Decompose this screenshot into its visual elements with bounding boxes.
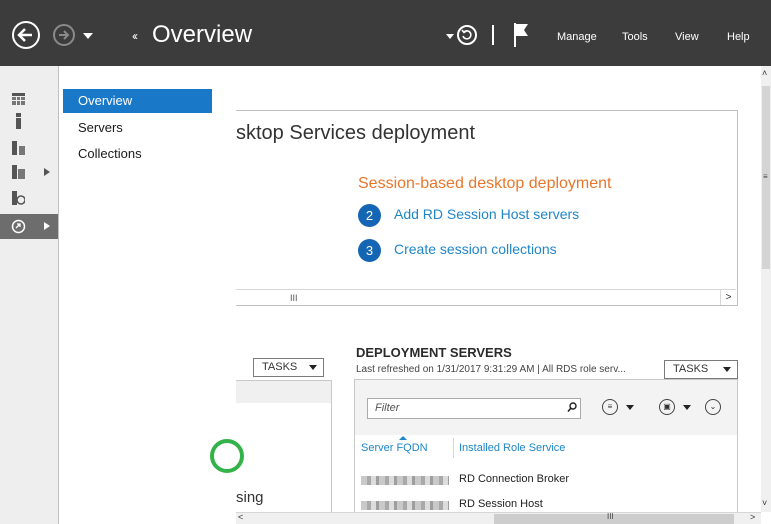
chevron-down-icon	[723, 367, 731, 372]
local-server-icon[interactable]	[12, 113, 25, 129]
menu-tools[interactable]: Tools	[622, 31, 648, 43]
status-ring-icon	[210, 439, 244, 473]
scroll-down-button[interactable]: ˅	[762, 498, 767, 508]
search-icon[interactable]	[567, 402, 577, 412]
column-header-installed-role[interactable]: Installed Role Service	[459, 442, 565, 454]
horizontal-scroll-thumb[interactable]	[494, 514, 734, 524]
deployment-servers-meta: Last refreshed on 1/31/2017 9:31:29 AM |…	[356, 364, 626, 375]
notifications-flag-icon[interactable]	[514, 23, 528, 47]
title-bar: ‹‹ Overview Manage Tools View Help	[0, 0, 771, 66]
rds-nav-list: Overview Servers Collections	[59, 66, 217, 524]
scroll-up-button[interactable]: ˄	[762, 68, 767, 78]
chevron-down-icon[interactable]	[683, 405, 691, 410]
menu-help[interactable]: Help	[727, 31, 750, 43]
remote-desktop-icon	[11, 219, 26, 234]
refresh-dropdown[interactable]	[446, 34, 454, 39]
tasks-label: TASKS	[262, 361, 298, 373]
save-query-button[interactable]: ▣	[659, 399, 675, 415]
forward-button[interactable]	[53, 24, 75, 46]
arrow-right-icon	[59, 30, 70, 40]
history-dropdown[interactable]	[83, 33, 93, 39]
step-link[interactable]: Create session collections	[394, 241, 557, 257]
scroll-left-button[interactable]: <	[238, 512, 243, 522]
dashboard-icon[interactable]	[12, 93, 25, 105]
page-title: Overview	[152, 21, 253, 48]
deployment-servers-title: DEPLOYMENT SERVERS	[356, 345, 512, 360]
role-cell: RD Connection Broker	[459, 473, 570, 485]
step-link[interactable]: Add RD Session Host servers	[394, 206, 579, 222]
back-button[interactable]	[12, 21, 40, 49]
step-number-badge: 2	[358, 204, 381, 227]
step-add-rd-session-host[interactable]: 2 Add RD Session Host servers	[358, 204, 737, 228]
role-cell: RD Session Host	[459, 498, 543, 510]
sort-ascending-icon	[399, 436, 407, 440]
deployment-overview-title: sktop Services deployment	[236, 122, 476, 144]
query-list-button[interactable]: ≡	[602, 399, 618, 415]
expand-arrow-icon[interactable]	[44, 168, 50, 176]
refresh-button[interactable]	[457, 25, 477, 45]
deployment-servers-panel: Filter ≡ ▣ ⌄ Server FQDN Installed Role …	[354, 379, 738, 514]
bottom-horizontal-scrollbar[interactable]: < III >	[236, 512, 761, 524]
scroll-grip[interactable]: III	[607, 512, 614, 521]
iis-icon[interactable]	[12, 191, 25, 205]
redacted-server-name	[361, 476, 449, 485]
column-divider	[453, 438, 454, 458]
step-number-badge: 3	[358, 239, 381, 262]
nav-item-collections[interactable]: Collections	[63, 142, 212, 166]
deployment-type-heading: Session-based desktop deployment	[358, 175, 612, 192]
chevron-down-icon	[309, 365, 317, 370]
redacted-server-name	[361, 501, 449, 510]
chevron-down-icon[interactable]	[626, 405, 634, 410]
scroll-right-button[interactable]: >	[720, 290, 736, 305]
tasks-label: TASKS	[673, 363, 709, 375]
column-header-server-fqdn[interactable]: Server FQDN	[361, 442, 428, 454]
refresh-icon	[461, 29, 472, 40]
menu-manage[interactable]: Manage	[557, 31, 597, 43]
file-storage-icon[interactable]	[12, 165, 25, 179]
scroll-grip[interactable]: III	[290, 293, 298, 303]
step-create-session-collections[interactable]: 3 Create session collections	[358, 239, 737, 263]
scroll-grip[interactable]: ≡	[763, 172, 768, 181]
arrow-left-icon	[17, 28, 32, 42]
tasks-button[interactable]: TASKS	[253, 358, 324, 377]
horizontal-scrollbar[interactable]: III >	[236, 289, 736, 305]
filter-toolbar: Filter ≡ ▣ ⌄	[355, 380, 737, 435]
all-servers-icon[interactable]	[12, 141, 25, 155]
filter-placeholder: Filter	[375, 402, 400, 414]
expand-arrow-icon[interactable]	[44, 222, 50, 230]
deployment-overview-panel: sktop Services deployment Session-based …	[236, 110, 738, 306]
expand-button[interactable]: ⌄	[705, 399, 721, 415]
tile-header	[236, 381, 331, 403]
tile-partial-text: sing	[236, 489, 264, 506]
toolbar-divider	[492, 25, 494, 45]
server-manager-rail	[0, 66, 59, 524]
remote-desktop-services-nav[interactable]	[0, 214, 59, 239]
servers-tile: sing	[210, 380, 332, 514]
tasks-button[interactable]: TASKS	[664, 360, 738, 379]
scroll-right-button[interactable]: >	[750, 512, 755, 522]
filter-input[interactable]: Filter	[367, 398, 581, 419]
nav-item-overview[interactable]: Overview	[63, 89, 212, 113]
menu-view[interactable]: View	[675, 31, 699, 43]
nav-item-servers[interactable]: Servers	[63, 116, 212, 140]
breadcrumb-arrows[interactable]: ‹‹	[132, 29, 138, 43]
